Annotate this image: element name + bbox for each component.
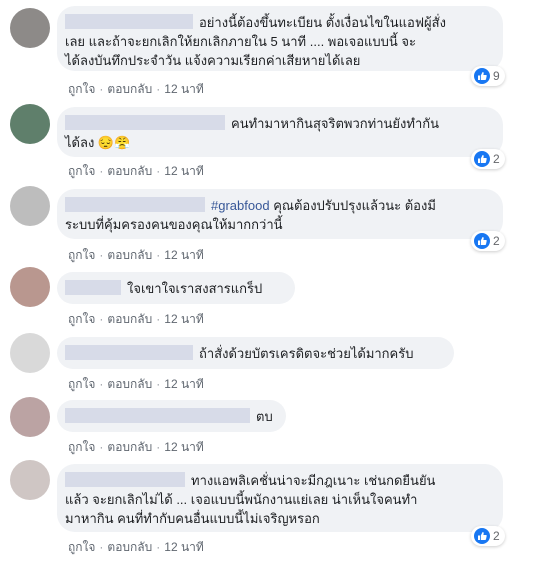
like-count: 9 [493, 69, 500, 83]
hashtag-link[interactable]: #grabfood [211, 198, 270, 213]
comment-text-line: เลย และถ้าจะยกเลิกให้ยกเลิกภายใน 5 นาที … [65, 34, 417, 49]
timestamp[interactable]: 12 นาที [164, 164, 204, 178]
comment-text-line: ตบ [256, 409, 273, 424]
separator: · [156, 440, 161, 454]
comment-actions: ถูกใจ · ตอบกลับ · 12 นาที [68, 246, 208, 265]
separator: · [99, 440, 104, 454]
comment-bubble: อย่างนี้ต้องขึ้นทะเบียน ตั้งเงื่อนไขในแอ… [57, 6, 503, 71]
reply-link[interactable]: ตอบกลับ [107, 248, 152, 262]
comment-actions: ถูกใจ · ตอบกลับ · 12 นาที [68, 375, 208, 394]
commenter-name[interactable] [65, 472, 185, 487]
separator: · [99, 540, 104, 554]
comment-actions: ถูกใจ · ตอบกลับ · 12 นาที [68, 438, 208, 457]
avatar[interactable] [10, 460, 50, 500]
separator: · [156, 540, 161, 554]
triumph-emoji-icon: 😤 [114, 135, 131, 150]
reaction-count[interactable]: 2 [471, 149, 505, 169]
reply-link[interactable]: ตอบกลับ [107, 377, 152, 391]
reaction-count[interactable]: 2 [471, 526, 505, 546]
like-count: 2 [493, 529, 500, 543]
reply-link[interactable]: ตอบกลับ [107, 312, 152, 326]
comment-actions: ถูกใจ · ตอบกลับ · 12 นาที [68, 80, 208, 99]
commenter-name[interactable] [65, 345, 193, 360]
thumbs-up-icon [474, 233, 490, 249]
timestamp[interactable]: 12 นาที [164, 440, 204, 454]
like-link[interactable]: ถูกใจ [68, 164, 95, 178]
commenter-name[interactable] [65, 115, 225, 130]
avatar[interactable] [10, 104, 50, 144]
comment-bubble: ทางแอพลิเคชั่นน่าจะมีกฎเนาะ เช่นกดยืนยัน… [57, 464, 503, 532]
comment-text-line: ใจเขาใจเราสงสารแกร็ป [127, 281, 263, 296]
comment-bubble: คนทำมาหากินสุจริตพวกท่านยังทำกัน ได้ลง 😔… [57, 107, 503, 157]
commenter-name[interactable] [65, 408, 250, 423]
separator: · [156, 82, 161, 96]
pensive-emoji-icon: 😔 [97, 135, 115, 150]
separator: · [99, 82, 104, 96]
separator: · [156, 164, 161, 178]
separator: · [99, 377, 104, 391]
comment-actions: ถูกใจ · ตอบกลับ · 12 นาที [68, 162, 208, 181]
comment-text-line: อย่างนี้ต้องขึ้นทะเบียน ตั้งเงื่อนไขในแอ… [199, 15, 446, 30]
thumbs-up-icon [474, 68, 490, 84]
like-count: 2 [493, 152, 500, 166]
timestamp[interactable]: 12 นาที [164, 312, 204, 326]
comment-text-line: ได้ลงบันทึกประจำวัน แจ้งความเรียกค่าเสีย… [65, 53, 361, 68]
like-link[interactable]: ถูกใจ [68, 377, 95, 391]
like-link[interactable]: ถูกใจ [68, 440, 95, 454]
comment-text-line: มาหากิน คนที่ทำกับคนอื่นแบบนี้ไม่เจริญหร… [65, 511, 320, 526]
timestamp[interactable]: 12 นาที [164, 377, 204, 391]
timestamp[interactable]: 12 นาที [164, 82, 204, 96]
timestamp[interactable]: 12 นาที [164, 540, 204, 554]
reply-link[interactable]: ตอบกลับ [107, 540, 152, 554]
avatar[interactable] [10, 333, 50, 373]
commenter-name[interactable] [65, 14, 193, 29]
like-link[interactable]: ถูกใจ [68, 248, 95, 262]
comment-bubble: ตบ [57, 400, 286, 432]
like-link[interactable]: ถูกใจ [68, 82, 95, 96]
commenter-name[interactable] [65, 197, 205, 212]
like-count: 2 [493, 234, 500, 248]
reaction-count[interactable]: 2 [471, 231, 505, 251]
timestamp[interactable]: 12 นาที [164, 248, 204, 262]
comment-text-line: คุณต้องปรับปรุงแล้วนะ ต้องมี [273, 198, 436, 213]
avatar[interactable] [10, 8, 50, 48]
comment-actions: ถูกใจ · ตอบกลับ · 12 นาที [68, 538, 208, 557]
reply-link[interactable]: ตอบกลับ [107, 164, 152, 178]
separator: · [99, 164, 104, 178]
like-link[interactable]: ถูกใจ [68, 540, 95, 554]
comment-actions: ถูกใจ · ตอบกลับ · 12 นาที [68, 310, 208, 329]
reaction-count[interactable]: 9 [471, 66, 505, 86]
separator: · [156, 312, 161, 326]
commenter-name[interactable] [65, 280, 121, 295]
comment-bubble: ถ้าสั่งด้วยบัตรเครดิตจะช่วยได้มากครับ [57, 337, 454, 369]
comment-bubble: #grabfood คุณต้องปรับปรุงแล้วนะ ต้องมี ร… [57, 189, 503, 239]
comment-text-line: คนทำมาหากินสุจริตพวกท่านยังทำกัน [231, 116, 440, 131]
avatar[interactable] [10, 267, 50, 307]
separator: · [156, 377, 161, 391]
reply-link[interactable]: ตอบกลับ [107, 440, 152, 454]
thumbs-up-icon [474, 151, 490, 167]
like-link[interactable]: ถูกใจ [68, 312, 95, 326]
comment-text-line: ถ้าสั่งด้วยบัตรเครดิตจะช่วยได้มากครับ [199, 346, 414, 361]
thumbs-up-icon [474, 528, 490, 544]
separator: · [99, 312, 104, 326]
avatar[interactable] [10, 397, 50, 437]
comment-text-line: ได้ลง [65, 135, 95, 150]
comment-text-line: ระบบที่คุ้มครองคนของคุณให้มากกว่านี้ [65, 217, 283, 232]
comment-text-line: ทางแอพลิเคชั่นน่าจะมีกฎเนาะ เช่นกดยืนยัน [191, 473, 436, 488]
separator: · [156, 248, 161, 262]
comment-bubble: ใจเขาใจเราสงสารแกร็ป [57, 272, 295, 304]
avatar[interactable] [10, 186, 50, 226]
comment-text-line: แล้ว จะยกเลิกไม่ได้ ... เจอแบบนี้พนักงาน… [65, 492, 418, 507]
separator: · [99, 248, 104, 262]
reply-link[interactable]: ตอบกลับ [107, 82, 152, 96]
